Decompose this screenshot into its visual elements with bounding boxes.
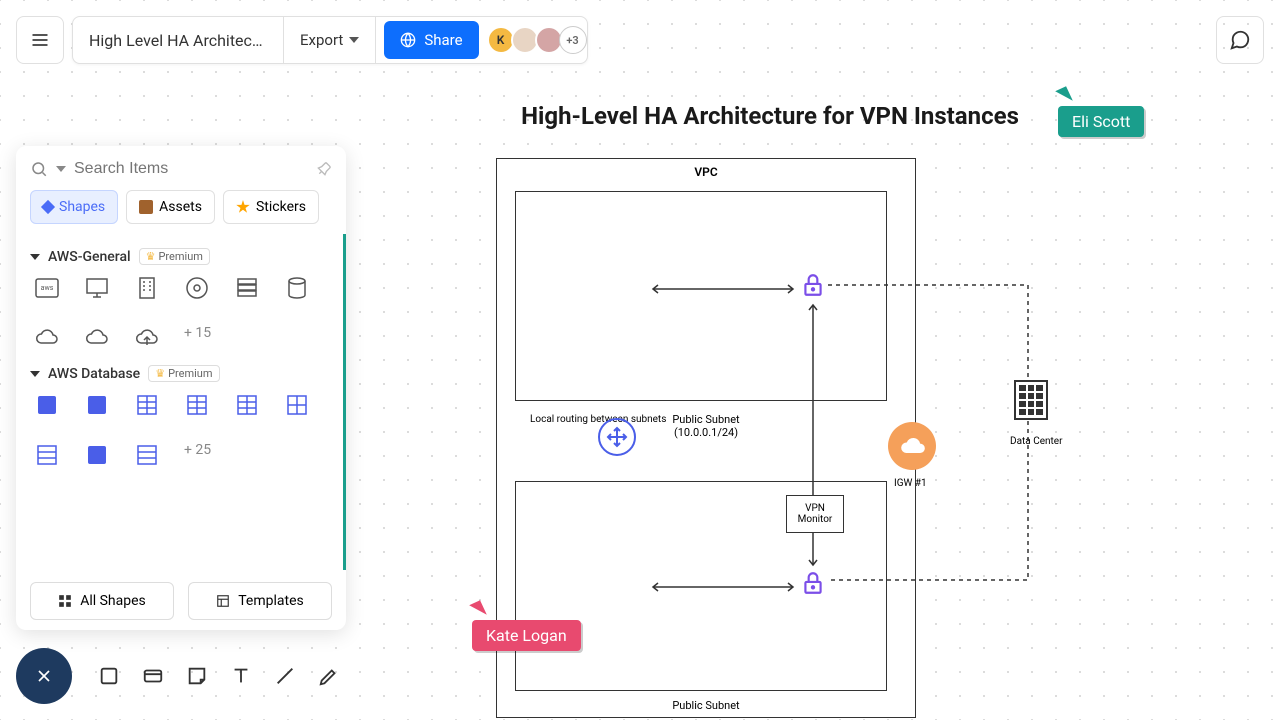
tabs: Shapes Assets Stickers	[30, 190, 332, 224]
shapes-panel: Shapes Assets Stickers AWS-General ♛Prem…	[16, 146, 346, 630]
db-shape-icon[interactable]	[34, 392, 60, 418]
db-shape-icon[interactable]	[134, 392, 160, 418]
doc-title[interactable]: High Level HA Architect...	[73, 31, 283, 50]
rectangle-tool-icon[interactable]	[98, 665, 120, 687]
pen-tool-icon[interactable]	[318, 665, 340, 687]
building-icon[interactable]	[134, 275, 160, 301]
aws-logo-icon[interactable]: aws	[34, 275, 60, 301]
briefcase-icon	[139, 200, 153, 214]
pin-icon[interactable]	[313, 158, 336, 181]
cloud-upload-icon[interactable]	[134, 325, 160, 351]
user-cursor-kate: Kate Logan	[472, 602, 581, 651]
local-routing-label: Local routing between subnets	[530, 414, 666, 425]
category-aws-database[interactable]: AWS Database ♛Premium	[30, 365, 332, 382]
chevron-down-icon	[30, 371, 40, 377]
globe-icon	[400, 32, 416, 48]
vpc-label: VPC	[497, 165, 915, 179]
igw-label: IGW #1	[894, 478, 927, 489]
card-tool-icon[interactable]	[142, 665, 164, 687]
export-label: Export	[300, 31, 343, 49]
category-aws-general[interactable]: AWS-General ♛Premium	[30, 248, 332, 265]
avatars[interactable]: K +3	[491, 26, 587, 54]
lock-icon[interactable]	[800, 272, 826, 298]
db-shape-icon[interactable]	[84, 392, 110, 418]
cloud-icon[interactable]	[34, 325, 60, 351]
tab-assets[interactable]: Assets	[126, 190, 215, 224]
server-icon[interactable]	[234, 275, 260, 301]
connector[interactable]	[648, 582, 798, 592]
database-icon[interactable]	[284, 275, 310, 301]
note-tool-icon[interactable]	[186, 665, 208, 687]
db-shape-icon[interactable]	[184, 392, 210, 418]
templates-icon	[216, 594, 230, 608]
premium-badge: ♛Premium	[148, 365, 219, 382]
cursor-icon	[1055, 86, 1073, 106]
chevron-down-icon[interactable]	[56, 166, 66, 172]
vpn-monitor-box[interactable]: VPN Monitor	[786, 495, 844, 533]
divider	[375, 16, 376, 64]
user-cursor-eli: Eli Scott	[1058, 88, 1144, 137]
cursor-icon	[469, 600, 487, 620]
disc-icon[interactable]	[184, 275, 210, 301]
shapes-icon	[58, 594, 72, 608]
search-row	[30, 160, 332, 178]
db-shape-icon[interactable]	[284, 392, 310, 418]
cursor-label: Kate Logan	[472, 620, 581, 651]
igw-icon[interactable]	[888, 422, 936, 470]
all-shapes-button[interactable]: All Shapes	[30, 582, 174, 620]
data-center-icon[interactable]	[1014, 380, 1048, 420]
crown-icon: ♛	[155, 367, 165, 380]
svg-text:aws: aws	[41, 284, 54, 292]
share-button[interactable]: Share	[384, 21, 478, 59]
connector[interactable]	[648, 284, 798, 294]
tab-shapes[interactable]: Shapes	[30, 190, 118, 224]
panel-footer: All Shapes Templates	[30, 582, 332, 620]
cursor-label: Eli Scott	[1058, 106, 1144, 137]
icon-grid-general: aws + 15	[30, 275, 332, 351]
premium-badge: ♛Premium	[139, 248, 210, 265]
search-input[interactable]	[74, 160, 308, 178]
cloud-icon[interactable]	[84, 325, 110, 351]
icon-grid-db: + 25	[30, 392, 332, 468]
db-shape-icon[interactable]	[84, 442, 110, 468]
db-shape-icon[interactable]	[234, 392, 260, 418]
close-button[interactable]	[16, 648, 72, 704]
crown-icon: ♛	[146, 250, 156, 263]
monitor-icon[interactable]	[84, 275, 110, 301]
diamond-icon	[41, 200, 55, 214]
tab-stickers[interactable]: Stickers	[223, 190, 319, 224]
more-count[interactable]: + 25	[184, 442, 211, 468]
avatar-more[interactable]: +3	[559, 26, 587, 54]
chevron-down-icon	[349, 37, 359, 43]
templates-button[interactable]: Templates	[188, 582, 332, 620]
shapes-body[interactable]: AWS-General ♛Premium aws + 15 AWS Databa…	[30, 234, 346, 570]
export-button[interactable]: Export	[284, 16, 375, 64]
lock-icon[interactable]	[800, 570, 826, 596]
topbar: High Level HA Architect... Export Share …	[0, 0, 1280, 80]
menu-button[interactable]	[16, 16, 64, 64]
tool-icons	[98, 665, 340, 687]
search-icon	[30, 160, 48, 178]
share-label: Share	[424, 31, 462, 49]
db-shape-icon[interactable]	[134, 442, 160, 468]
text-tool-icon[interactable]	[230, 665, 252, 687]
doc-cluster: High Level HA Architect... Export Share …	[72, 16, 588, 64]
routing-icon[interactable]	[598, 418, 636, 456]
chevron-down-icon	[30, 254, 40, 260]
more-count[interactable]: + 15	[184, 325, 211, 351]
data-center-label: Data Center	[1010, 436, 1063, 447]
bottom-toolbar	[16, 648, 340, 704]
close-icon	[34, 666, 54, 686]
hamburger-icon	[30, 30, 50, 50]
db-shape-icon[interactable]	[34, 442, 60, 468]
star-icon	[236, 200, 250, 214]
subnet-label-bottom: Public Subnet	[497, 699, 915, 712]
line-tool-icon[interactable]	[274, 665, 296, 687]
